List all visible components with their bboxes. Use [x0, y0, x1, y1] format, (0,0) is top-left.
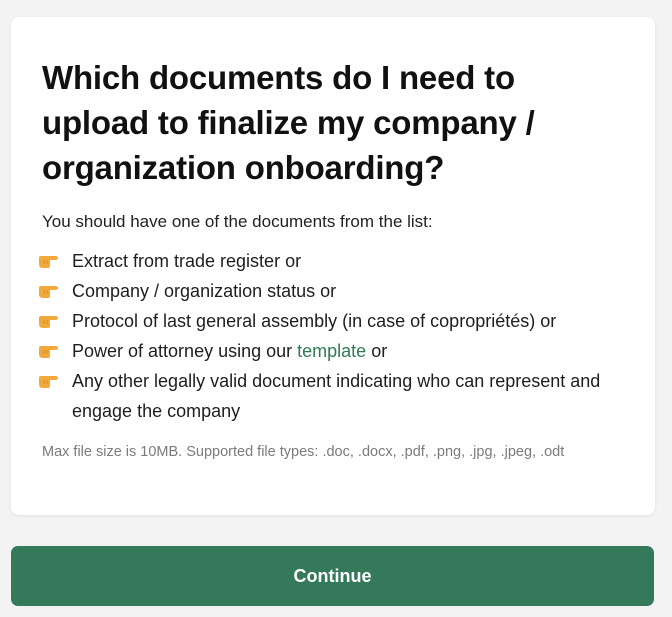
document-item-label: Extract from trade register or [72, 251, 302, 271]
document-list: Extract from trade register or Company /… [36, 246, 625, 426]
power-of-attorney-suffix: or [366, 341, 388, 361]
list-item: Any other legally valid document indicat… [36, 366, 625, 426]
list-item: Extract from trade register or [36, 246, 625, 276]
list-item: Company / organization status or [36, 276, 625, 306]
list-item: Protocol of last general assembly (in ca… [36, 306, 625, 336]
continue-button[interactable]: Continue [11, 546, 654, 606]
backhand-index-pointing-right-icon [36, 276, 60, 306]
power-of-attorney-text: Power of attorney using our [72, 341, 293, 361]
file-requirements-text: Max file size is 10MB. Supported file ty… [42, 444, 565, 460]
list-item: Power of attorney using our template or [36, 336, 625, 366]
documents-info-card: Which documents do I need to upload to f… [11, 17, 655, 515]
backhand-index-pointing-right-icon [36, 246, 60, 276]
intro-text: You should have one of the documents fro… [42, 212, 433, 231]
page-title: Which documents do I need to upload to f… [42, 59, 535, 186]
backhand-index-pointing-right-icon [36, 366, 60, 396]
backhand-index-pointing-right-icon [36, 306, 60, 336]
document-item-label: Any other legally valid document indicat… [72, 371, 601, 421]
document-item-label: Protocol of last general assembly (in ca… [72, 311, 557, 331]
template-link[interactable]: template [297, 341, 366, 361]
document-item-label: Power of attorney using our template or [72, 336, 625, 366]
document-item-label: Company / organization status or [72, 281, 337, 301]
backhand-index-pointing-right-icon [36, 336, 60, 366]
